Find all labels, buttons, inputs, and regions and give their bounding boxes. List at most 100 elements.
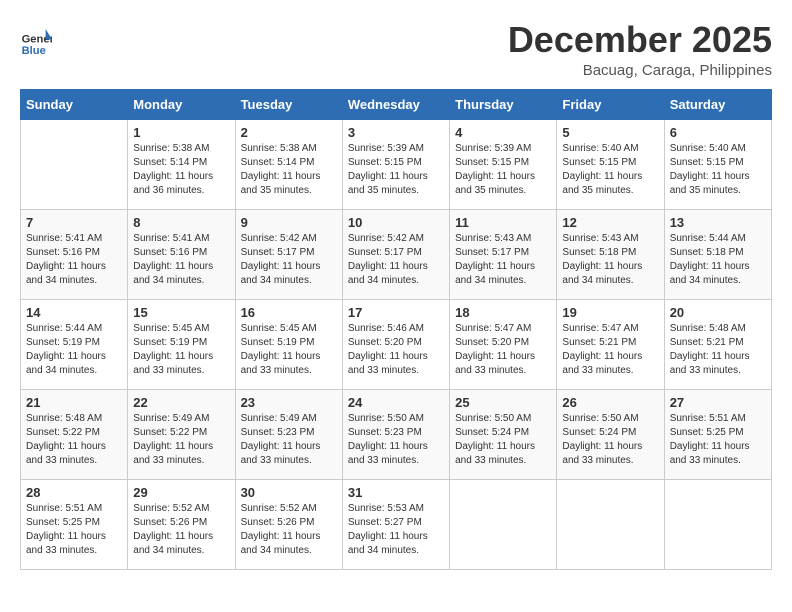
day-number: 10	[348, 215, 444, 230]
calendar-cell: 13Sunrise: 5:44 AM Sunset: 5:18 PM Dayli…	[664, 209, 771, 299]
day-number: 7	[26, 215, 122, 230]
day-number: 14	[26, 305, 122, 320]
day-number: 6	[670, 125, 766, 140]
day-number: 26	[562, 395, 658, 410]
day-number: 27	[670, 395, 766, 410]
calendar-cell: 31 Sunrise: 5:53 AM Sunset: 5:27 PM Dayli…	[342, 479, 449, 569]
calendar-cell: 16 Sunrise: 5:45 AM Sunset: 5:19 PM Dayli…	[235, 299, 342, 389]
calendar-cell: 23 Sunrise: 5:49 AM Sunset: 5:23 PM Dayli…	[235, 389, 342, 479]
day-info: Sunrise: 5:52 AM Sunset: 5:26 PM Dayligh…	[133, 502, 229, 558]
day-number: 11	[455, 215, 551, 230]
day-number: 30	[241, 485, 337, 500]
day-number: 29	[133, 485, 229, 500]
calendar-cell: 4 Sunrise: 5:39 AM Sunset: 5:15 PM Daylig…	[450, 119, 557, 209]
day-info: Sunrise: 5:50 AM Sunset: 5:24 PM Dayligh…	[455, 412, 551, 468]
calendar-cell: 7Sunrise: 5:41 AM Sunset: 5:16 PM Daylig…	[21, 209, 128, 299]
day-info: Sunrise: 5:51 AM Sunset: 5:25 PM Dayligh…	[670, 412, 766, 468]
day-info: Sunrise: 5:42 AM Sunset: 5:17 PM Dayligh…	[241, 232, 337, 288]
day-info: Sunrise: 5:40 AM Sunset: 5:15 PM Dayligh…	[670, 142, 766, 198]
day-number: 4	[455, 125, 551, 140]
day-info: Sunrise: 5:44 AM Sunset: 5:19 PM Dayligh…	[26, 322, 122, 378]
day-number: 20	[670, 305, 766, 320]
calendar-week-row: 21Sunrise: 5:48 AM Sunset: 5:22 PM Dayli…	[21, 389, 772, 479]
calendar-cell: 5 Sunrise: 5:40 AM Sunset: 5:15 PM Daylig…	[557, 119, 664, 209]
calendar-table: SundayMondayTuesdayWednesdayThursdayFrid…	[20, 89, 772, 570]
calendar-cell: 6 Sunrise: 5:40 AM Sunset: 5:15 PM Daylig…	[664, 119, 771, 209]
location-title: Bacuag, Caraga, Philippines	[508, 62, 772, 79]
day-number: 8	[133, 215, 229, 230]
column-header-wednesday: Wednesday	[342, 89, 449, 119]
calendar-cell: 9Sunrise: 5:42 AM Sunset: 5:17 PM Daylig…	[235, 209, 342, 299]
day-info: Sunrise: 5:47 AM Sunset: 5:21 PM Dayligh…	[562, 322, 658, 378]
day-number: 12	[562, 215, 658, 230]
calendar-cell: 18 Sunrise: 5:47 AM Sunset: 5:20 PM Dayli…	[450, 299, 557, 389]
day-number: 23	[241, 395, 337, 410]
day-number: 3	[348, 125, 444, 140]
column-header-saturday: Saturday	[664, 89, 771, 119]
column-header-sunday: Sunday	[21, 89, 128, 119]
day-info: Sunrise: 5:50 AM Sunset: 5:24 PM Dayligh…	[562, 412, 658, 468]
calendar-header-row: SundayMondayTuesdayWednesdayThursdayFrid…	[21, 89, 772, 119]
day-info: Sunrise: 5:45 AM Sunset: 5:19 PM Dayligh…	[133, 322, 229, 378]
page-header: General Blue December 2025 Bacuag, Carag…	[20, 20, 772, 79]
day-number: 25	[455, 395, 551, 410]
calendar-cell: 1Sunrise: 5:38 AM Sunset: 5:14 PM Daylig…	[128, 119, 235, 209]
day-number: 22	[133, 395, 229, 410]
day-number: 31	[348, 485, 444, 500]
column-header-friday: Friday	[557, 89, 664, 119]
day-info: Sunrise: 5:40 AM Sunset: 5:15 PM Dayligh…	[562, 142, 658, 198]
day-info: Sunrise: 5:45 AM Sunset: 5:19 PM Dayligh…	[241, 322, 337, 378]
calendar-cell: 10Sunrise: 5:42 AM Sunset: 5:17 PM Dayli…	[342, 209, 449, 299]
day-number: 16	[241, 305, 337, 320]
calendar-cell: 3 Sunrise: 5:39 AM Sunset: 5:15 PM Daylig…	[342, 119, 449, 209]
calendar-cell	[557, 479, 664, 569]
day-info: Sunrise: 5:43 AM Sunset: 5:18 PM Dayligh…	[562, 232, 658, 288]
column-header-monday: Monday	[128, 89, 235, 119]
day-info: Sunrise: 5:49 AM Sunset: 5:23 PM Dayligh…	[241, 412, 337, 468]
calendar-cell: 24 Sunrise: 5:50 AM Sunset: 5:23 PM Dayli…	[342, 389, 449, 479]
day-info: Sunrise: 5:50 AM Sunset: 5:23 PM Dayligh…	[348, 412, 444, 468]
month-title: December 2025	[508, 20, 772, 60]
day-info: Sunrise: 5:41 AM Sunset: 5:16 PM Dayligh…	[133, 232, 229, 288]
day-number: 19	[562, 305, 658, 320]
calendar-cell: 25 Sunrise: 5:50 AM Sunset: 5:24 PM Dayli…	[450, 389, 557, 479]
calendar-cell: 19 Sunrise: 5:47 AM Sunset: 5:21 PM Dayli…	[557, 299, 664, 389]
calendar-cell: 29 Sunrise: 5:52 AM Sunset: 5:26 PM Dayli…	[128, 479, 235, 569]
calendar-cell	[21, 119, 128, 209]
day-info: Sunrise: 5:47 AM Sunset: 5:20 PM Dayligh…	[455, 322, 551, 378]
calendar-cell	[450, 479, 557, 569]
day-info: Sunrise: 5:49 AM Sunset: 5:22 PM Dayligh…	[133, 412, 229, 468]
calendar-cell: 30Sunrise: 5:52 AM Sunset: 5:26 PM Dayli…	[235, 479, 342, 569]
day-info: Sunrise: 5:38 AM Sunset: 5:14 PM Dayligh…	[241, 142, 337, 198]
calendar-cell: 2 Sunrise: 5:38 AM Sunset: 5:14 PM Daylig…	[235, 119, 342, 209]
day-info: Sunrise: 5:44 AM Sunset: 5:18 PM Dayligh…	[670, 232, 766, 288]
calendar-week-row: 7 Sunrise: 5:41 AM Sunset: 5:16 PM Daylig…	[21, 209, 772, 299]
day-number: 2	[241, 125, 337, 140]
day-info: Sunrise: 5:43 AM Sunset: 5:17 PM Dayligh…	[455, 232, 551, 288]
day-number: 5	[562, 125, 658, 140]
day-info: Sunrise: 5:46 AM Sunset: 5:20 PM Dayligh…	[348, 322, 444, 378]
day-number: 17	[348, 305, 444, 320]
calendar-cell: 14 Sunrise: 5:44 AM Sunset: 5:19 PM Dayli…	[21, 299, 128, 389]
day-info: Sunrise: 5:53 AM Sunset: 5:27 PM Dayligh…	[348, 502, 444, 558]
calendar-cell: 15 Sunrise: 5:45 AM Sunset: 5:19 PM Dayli…	[128, 299, 235, 389]
day-info: Sunrise: 5:48 AM Sunset: 5:22 PM Dayligh…	[26, 412, 122, 468]
day-info: Sunrise: 5:51 AM Sunset: 5:25 PM Dayligh…	[26, 502, 122, 558]
column-header-tuesday: Tuesday	[235, 89, 342, 119]
logo-icon: General Blue	[20, 25, 52, 57]
day-number: 15	[133, 305, 229, 320]
calendar-week-row: 14 Sunrise: 5:44 AM Sunset: 5:19 PM Dayli…	[21, 299, 772, 389]
logo: General Blue	[20, 25, 54, 57]
title-block: December 2025 Bacuag, Caraga, Philippine…	[508, 20, 772, 79]
calendar-cell: 22 Sunrise: 5:49 AM Sunset: 5:22 PM Dayli…	[128, 389, 235, 479]
day-info: Sunrise: 5:39 AM Sunset: 5:15 PM Dayligh…	[348, 142, 444, 198]
calendar-cell: 27 Sunrise: 5:51 AM Sunset: 5:25 PM Dayli…	[664, 389, 771, 479]
calendar-cell: 20 Sunrise: 5:48 AM Sunset: 5:21 PM Dayli…	[664, 299, 771, 389]
day-number: 24	[348, 395, 444, 410]
day-number: 18	[455, 305, 551, 320]
day-info: Sunrise: 5:39 AM Sunset: 5:15 PM Dayligh…	[455, 142, 551, 198]
day-info: Sunrise: 5:48 AM Sunset: 5:21 PM Dayligh…	[670, 322, 766, 378]
calendar-cell	[664, 479, 771, 569]
svg-text:Blue: Blue	[22, 45, 46, 57]
day-number: 28	[26, 485, 122, 500]
